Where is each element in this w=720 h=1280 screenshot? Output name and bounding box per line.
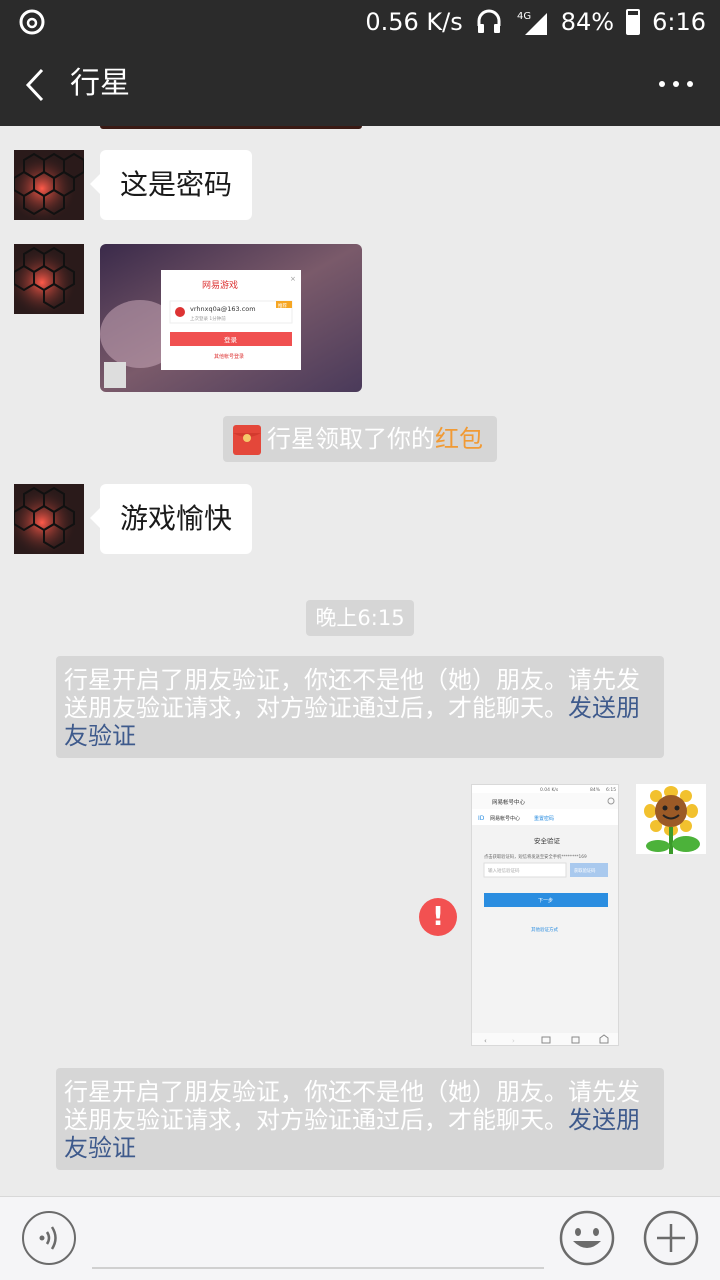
red-packet-icon [233, 425, 261, 455]
send-failed-icon[interactable]: ! [419, 898, 457, 936]
redpacket-notice-text: 行星领取了你的 [267, 425, 435, 453]
input-bar [0, 1196, 720, 1280]
shot-nav-brand: 网易帐号中心 [490, 815, 520, 822]
svg-text:×: × [290, 275, 296, 283]
redpacket-link[interactable]: 红包 [435, 425, 483, 453]
system-notice-text: 行星开启了朋友验证，你还不是他（她）朋友。请先发送朋友验证请求，对方验证通过后，… [64, 1078, 640, 1134]
system-notice-text: 行星开启了朋友验证，你还不是他（她）朋友。请先发送朋友验证请求，对方验证通过后，… [64, 666, 640, 722]
emoji-icon[interactable] [558, 1209, 616, 1267]
netease-music-icon [19, 9, 45, 35]
login-dialog-brand: 网易游戏 [202, 279, 238, 291]
shot-nav-tab: 重置密码 [534, 815, 554, 822]
shot-next: 下一步 [538, 898, 553, 904]
system-notice: 行星开启了朋友验证，你还不是他（她）朋友。请先发送朋友验证请求，对方验证通过后，… [56, 656, 664, 758]
login-dialog-account: vrhnxq0a@163.com [190, 305, 256, 313]
network-type: 4G [517, 11, 531, 22]
shot-get-code: 获取验证码 [574, 867, 596, 874]
shot-input: 输入短信验证码 [488, 867, 520, 874]
headset-icon [477, 9, 501, 33]
redpacket-notice: 行星领取了你的红包 [223, 416, 497, 462]
shot-status-speed: 0.04 K/s [540, 787, 559, 793]
svg-text:›: › [512, 1037, 515, 1045]
login-dialog-button: 登录 [224, 335, 238, 344]
signal-icon: 4G [517, 11, 547, 35]
sent-image-message[interactable]: 0.04 K/s 84% 6:15 网易帐号中心 ID 网易帐号中心 重置密码 … [471, 784, 619, 1046]
shot-status-battery: 84% [590, 787, 601, 793]
clock: 6:16 [652, 8, 706, 36]
battery-icon [626, 9, 641, 35]
chat-title: 行星 [70, 66, 130, 101]
more-options-icon[interactable] [656, 74, 696, 94]
contact-avatar[interactable] [14, 150, 84, 220]
battery-percent: 84% [560, 8, 615, 36]
image-message[interactable]: 网易游戏 × vrhnxq0a@163.com 上次登录 1分钟前 推荐 登录 … [100, 244, 362, 392]
message-input[interactable] [92, 1209, 544, 1269]
voice-icon [39, 1226, 57, 1250]
network-speed: 0.56 K/s [365, 8, 463, 36]
shot-header: 网易帐号中心 [492, 798, 526, 806]
shot-other: 其他验证方式 [531, 926, 558, 933]
svg-text:ID: ID [478, 815, 485, 822]
login-dialog-other: 其他帐号登录 [214, 353, 244, 360]
previous-image-edge [100, 126, 362, 129]
back-arrow-icon[interactable] [18, 62, 58, 108]
chat-area[interactable]: 这是密码 网易游戏 × vrhnxq0a@163.com 上次登录 1分钟前 推… [0, 126, 720, 1196]
contact-avatar[interactable] [14, 484, 84, 554]
time-label: 晚上6:15 [306, 600, 414, 636]
svg-text:‹: ‹ [484, 1037, 487, 1045]
status-bar: 0.56 K/s 4G 84% 6:16 [0, 0, 720, 44]
plus-icon[interactable] [642, 1209, 700, 1267]
contact-avatar[interactable] [14, 244, 84, 314]
system-notice: 行星开启了朋友验证，你还不是他（她）朋友。请先发送朋友验证请求，对方验证通过后，… [56, 1068, 664, 1170]
sunflower-icon [636, 784, 706, 854]
title-bar: 行星 [0, 44, 720, 126]
my-avatar[interactable] [636, 784, 706, 854]
message-bubble[interactable]: 这是密码 [89, 150, 253, 220]
shot-status-time: 6:15 [606, 787, 616, 793]
message-bubble[interactable]: 游戏愉快 [89, 484, 253, 554]
voice-input-button[interactable] [22, 1211, 76, 1265]
login-dialog-hint: 上次登录 1分钟前 [190, 315, 226, 322]
login-dialog-badge: 推荐 [278, 302, 287, 309]
shot-heading: 安全验证 [534, 836, 561, 845]
shot-desc: 点击获取验证码，短信将发送至安全手机********169 [484, 853, 587, 860]
